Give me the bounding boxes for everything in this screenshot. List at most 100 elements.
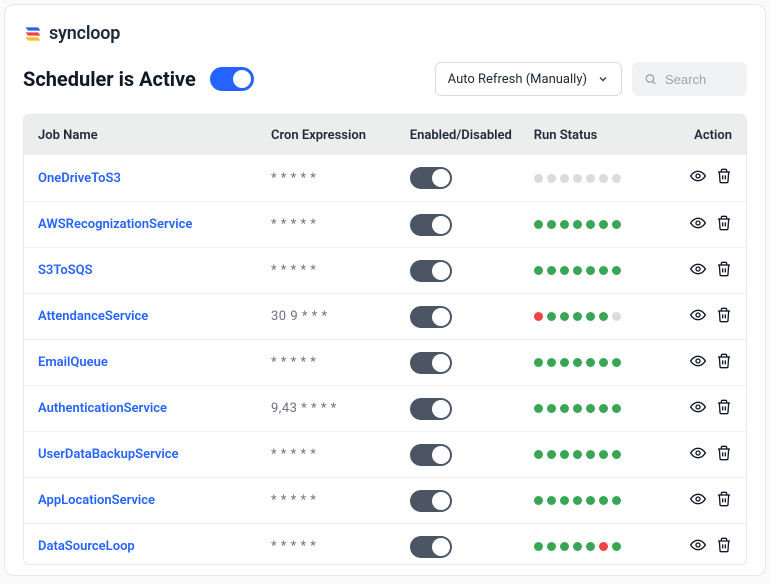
- eye-icon: [690, 491, 706, 507]
- search-input[interactable]: [665, 72, 735, 87]
- job-name-link[interactable]: AppLocationService: [38, 493, 155, 508]
- status-dot: [560, 266, 569, 275]
- eye-icon: [690, 445, 706, 461]
- status-dot: [599, 312, 608, 321]
- jobs-table: Job Name Cron Expression Enabled/Disable…: [23, 114, 747, 565]
- enabled-toggle[interactable]: [410, 444, 452, 466]
- trash-icon: [716, 491, 732, 507]
- eye-icon: [690, 215, 706, 231]
- job-name-link[interactable]: AttendanceService: [38, 309, 148, 324]
- status-dot: [573, 220, 582, 229]
- view-button[interactable]: [690, 445, 706, 465]
- status-dot: [586, 496, 595, 505]
- delete-button[interactable]: [716, 399, 732, 419]
- scheduler-active-toggle[interactable]: [210, 67, 254, 91]
- enabled-toggle[interactable]: [410, 352, 452, 374]
- status-dot: [573, 174, 582, 183]
- trash-icon: [716, 353, 732, 369]
- status-dot: [534, 312, 543, 321]
- view-button[interactable]: [690, 491, 706, 511]
- status-dot: [612, 266, 621, 275]
- delete-button[interactable]: [716, 261, 732, 281]
- view-button[interactable]: [690, 261, 706, 281]
- syncloop-logo-icon: [23, 24, 43, 44]
- search-box[interactable]: [632, 62, 747, 96]
- cron-expression: * * * * *: [271, 539, 410, 554]
- jobs-table-body: OneDriveToS3* * * * *AWSRecognizationSer…: [24, 155, 746, 565]
- status-dot: [599, 174, 608, 183]
- delete-button[interactable]: [716, 537, 732, 557]
- status-dot: [547, 358, 556, 367]
- header-left: Scheduler is Active: [23, 67, 254, 91]
- col-header-cron: Cron Expression: [271, 128, 410, 143]
- status-dot: [612, 542, 621, 551]
- view-button[interactable]: [690, 537, 706, 557]
- job-name-link[interactable]: S3ToSQS: [38, 263, 93, 278]
- enabled-toggle[interactable]: [410, 536, 452, 558]
- status-dot: [547, 220, 556, 229]
- view-button[interactable]: [690, 353, 706, 373]
- enabled-toggle[interactable]: [410, 167, 452, 189]
- status-dot: [573, 404, 582, 413]
- view-button[interactable]: [690, 399, 706, 419]
- delete-button[interactable]: [716, 307, 732, 327]
- status-dot: [560, 404, 569, 413]
- col-header-enabled: Enabled/Disabled: [410, 128, 534, 143]
- enabled-toggle[interactable]: [410, 306, 452, 328]
- cron-expression: * * * * *: [271, 493, 410, 508]
- header-row: Scheduler is Active Auto Refresh (Manual…: [23, 62, 747, 96]
- enabled-toggle[interactable]: [410, 398, 452, 420]
- status-dot: [560, 358, 569, 367]
- delete-button[interactable]: [716, 168, 732, 188]
- status-dot: [534, 174, 543, 183]
- trash-icon: [716, 168, 732, 184]
- status-dot: [599, 358, 608, 367]
- status-dot: [599, 542, 608, 551]
- auto-refresh-select[interactable]: Auto Refresh (Manually): [435, 62, 622, 96]
- enabled-toggle[interactable]: [410, 490, 452, 512]
- status-dot: [573, 450, 582, 459]
- status-dot: [573, 266, 582, 275]
- status-dot: [547, 450, 556, 459]
- cron-expression: * * * * *: [271, 355, 410, 370]
- job-name-link[interactable]: AWSRecognizationService: [38, 217, 192, 232]
- view-button[interactable]: [690, 215, 706, 235]
- run-status-dots: [534, 312, 668, 321]
- status-dot: [599, 404, 608, 413]
- status-dot: [534, 404, 543, 413]
- cron-expression: 9,43 * * * *: [271, 401, 410, 416]
- trash-icon: [716, 399, 732, 415]
- table-row: AttendanceService30 9 * * *: [24, 293, 746, 339]
- enabled-toggle[interactable]: [410, 214, 452, 236]
- delete-button[interactable]: [716, 491, 732, 511]
- status-dot: [586, 220, 595, 229]
- status-dot: [573, 542, 582, 551]
- view-button[interactable]: [690, 307, 706, 327]
- table-row: UserDataBackupService* * * * *: [24, 431, 746, 477]
- job-name-link[interactable]: OneDriveToS3: [38, 171, 121, 186]
- status-dot: [560, 450, 569, 459]
- delete-button[interactable]: [716, 445, 732, 465]
- chevron-down-icon: [597, 73, 609, 85]
- trash-icon: [716, 537, 732, 553]
- col-header-run: Run Status: [534, 128, 668, 143]
- status-dot: [547, 266, 556, 275]
- search-icon: [644, 72, 657, 86]
- table-row: OneDriveToS3* * * * *: [24, 155, 746, 201]
- job-name-link[interactable]: AuthenticationService: [38, 401, 167, 416]
- table-row: AWSRecognizationService* * * * *: [24, 201, 746, 247]
- trash-icon: [716, 307, 732, 323]
- status-dot: [599, 496, 608, 505]
- delete-button[interactable]: [716, 353, 732, 373]
- view-button[interactable]: [690, 168, 706, 188]
- table-row: AuthenticationService 9,43 * * * *: [24, 385, 746, 431]
- job-name-link[interactable]: UserDataBackupService: [38, 447, 179, 462]
- job-name-link[interactable]: DataSourceLoop: [38, 539, 135, 554]
- table-row: S3ToSQS* * * * *: [24, 247, 746, 293]
- job-name-link[interactable]: EmailQueue: [38, 355, 108, 370]
- delete-button[interactable]: [716, 215, 732, 235]
- eye-icon: [690, 261, 706, 277]
- status-dot: [534, 266, 543, 275]
- enabled-toggle[interactable]: [410, 260, 452, 282]
- run-status-dots: [534, 358, 668, 367]
